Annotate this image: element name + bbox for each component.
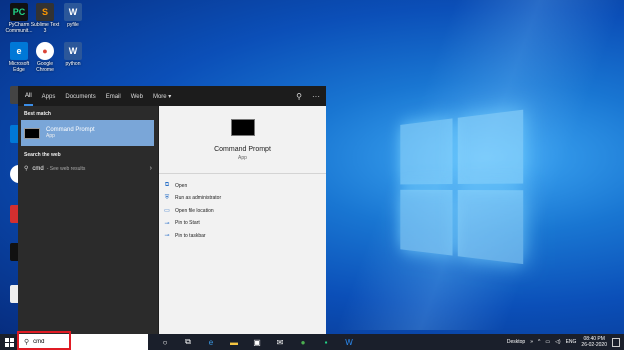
- preview-pane: Command Prompt App ⧉ Open ⛨ Run as admin…: [159, 106, 326, 334]
- web-query: cmd: [32, 165, 44, 172]
- chrome-icon: ●: [36, 42, 54, 60]
- task-view-icon[interactable]: ⧉: [181, 336, 195, 348]
- pycharm-icon[interactable]: ▪: [319, 336, 333, 348]
- notification-icon[interactable]: [612, 337, 620, 347]
- cortana-icon[interactable]: ○: [158, 336, 172, 348]
- mail-icon[interactable]: ✉: [273, 336, 287, 348]
- pycharm-icon: PC: [10, 3, 28, 21]
- action-label: Run as administrator: [175, 195, 222, 202]
- store-icon[interactable]: ▣: [250, 336, 264, 348]
- pin-icon: ⊸: [164, 220, 170, 227]
- search-filter-tabs: All Apps Documents Email Web More ▾ ⚲ ··…: [18, 86, 326, 106]
- desktop-icon-label: Google Chrome: [36, 61, 54, 73]
- desktop-toolbar-label[interactable]: Desktop: [507, 339, 525, 345]
- action-label: Pin to Start: [175, 220, 200, 227]
- desktop-icon-label: Sublime Text 3: [30, 22, 60, 34]
- desktop-icon-pyfile[interactable]: W pyfile: [58, 3, 88, 28]
- command-prompt-icon: [24, 127, 40, 139]
- tab-email[interactable]: Email: [105, 88, 122, 105]
- action-open-file-location[interactable]: ▭ Open file location: [159, 205, 326, 218]
- best-match-subtitle: App: [46, 133, 55, 139]
- pin-icon: ⊸: [164, 233, 170, 240]
- tab-all[interactable]: All: [24, 87, 33, 106]
- action-run-as-administrator[interactable]: ⛨ Run as administrator: [159, 193, 326, 206]
- edge-icon[interactable]: e: [204, 336, 218, 348]
- word-doc-icon: W: [64, 42, 82, 60]
- desktop-icon-label: pyfile: [67, 22, 79, 28]
- best-match-heading: Best match: [24, 111, 51, 117]
- start-menu: All Apps Documents Email Web More ▾ ⚲ ··…: [18, 86, 326, 334]
- action-pin-to-taskbar[interactable]: ⊸ Pin to taskbar: [159, 230, 326, 243]
- results-pane: Best match Command Prompt App Search the…: [18, 106, 158, 334]
- file-explorer-icon[interactable]: ▬: [227, 336, 241, 348]
- preview-title: Command Prompt: [214, 146, 271, 153]
- command-prompt-large-icon: [230, 119, 255, 136]
- clock-date: 26-02-2020: [581, 342, 607, 348]
- volume-icon[interactable]: ◁): [555, 339, 561, 345]
- sublime-icon: S: [36, 3, 54, 21]
- more-options-icon[interactable]: ···: [312, 92, 320, 101]
- chevron-up-icon[interactable]: ^: [538, 339, 540, 345]
- tab-documents[interactable]: Documents: [64, 88, 96, 105]
- tab-web[interactable]: Web: [130, 88, 144, 105]
- word-icon[interactable]: W: [342, 336, 356, 348]
- language-indicator[interactable]: ENG: [566, 339, 577, 345]
- action-open[interactable]: ⧉ Open: [159, 180, 326, 193]
- desktop-icon-chrome[interactable]: ● Google Chrome: [30, 42, 60, 73]
- system-tray: Desktop » ^ ▭ ◁) ENG 08:40 PM 26-02-2020: [507, 336, 624, 348]
- best-match-command-prompt[interactable]: Command Prompt App: [21, 120, 154, 146]
- action-label: Open: [175, 182, 188, 189]
- start-button[interactable]: [0, 334, 18, 350]
- web-result-cmd[interactable]: ⚲ cmd - See web results ›: [18, 161, 158, 176]
- windows-wallpaper-logo: [400, 109, 525, 266]
- chevron-right-icon[interactable]: ›: [150, 165, 152, 172]
- clock[interactable]: 08:40 PM 26-02-2020: [581, 336, 607, 348]
- desktop-icon-sublime[interactable]: S Sublime Text 3: [30, 3, 60, 34]
- action-label: Pin to taskbar: [175, 232, 206, 239]
- highlight-box: [17, 331, 71, 350]
- network-icon[interactable]: ▭: [545, 339, 550, 345]
- folder-icon: ▭: [164, 208, 170, 215]
- desktop-icon-python[interactable]: W python: [58, 42, 88, 67]
- desktop-icon-label: python: [65, 61, 81, 67]
- search-icon: ⚲: [24, 166, 29, 172]
- taskbar: ⚲ ○ ⧉ e ▬ ▣ ✉ ● ▪ W Desktop » ^ ▭ ◁) ENG…: [0, 334, 624, 350]
- preview-subtitle: App: [238, 155, 247, 161]
- tab-more[interactable]: More ▾: [152, 87, 172, 105]
- word-doc-icon: W: [64, 3, 82, 21]
- divider: [159, 173, 326, 174]
- search-web-heading: Search the web: [24, 152, 61, 158]
- chevron-right-icon[interactable]: »: [530, 339, 533, 345]
- action-label: Open file location: [175, 207, 214, 214]
- edge-icon: e: [10, 42, 28, 60]
- shield-icon: ⛨: [164, 194, 170, 201]
- feedback-icon[interactable]: ⚲: [296, 92, 302, 101]
- windows-icon: [4, 337, 14, 347]
- chrome-icon[interactable]: ●: [296, 336, 310, 348]
- open-icon: ⧉: [164, 182, 170, 189]
- tab-apps[interactable]: Apps: [41, 88, 57, 105]
- action-pin-to-start[interactable]: ⊸ Pin to Start: [159, 218, 326, 231]
- web-hint: - See web results: [46, 165, 86, 172]
